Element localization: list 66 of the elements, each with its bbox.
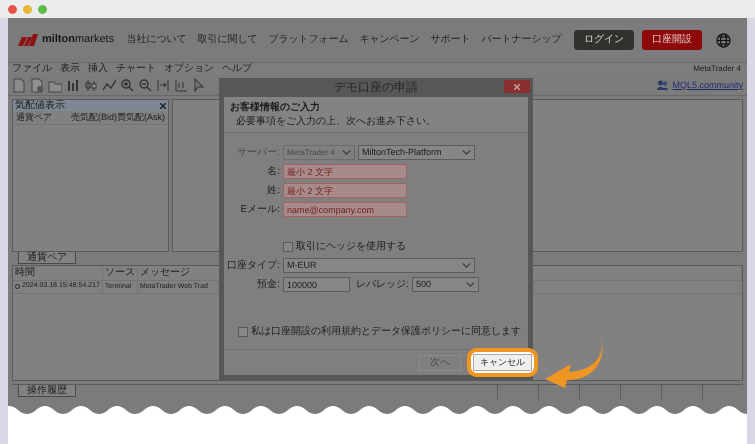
menu-item[interactable]: 挿入 — [88, 63, 108, 75]
server-select[interactable]: MiltonTech-Platform — [358, 145, 475, 160]
close-button[interactable] — [504, 80, 530, 93]
field-label: サーバー: — [236, 146, 280, 158]
bar-chart-icon[interactable] — [66, 78, 80, 92]
logo-icon — [18, 34, 38, 46]
people-icon — [657, 80, 668, 90]
name-field[interactable]: 最小 2 文字 — [283, 164, 407, 179]
field-label: 名: — [266, 166, 280, 178]
close-dot[interactable] — [8, 4, 17, 14]
field-label: 姓: — [266, 184, 280, 196]
nav-link[interactable]: サポート — [430, 34, 471, 46]
column-header: 時間 — [13, 266, 102, 280]
checkbox-label: 取引にヘッジを使用する — [296, 240, 406, 252]
panel-title: 気配値表示 — [15, 100, 65, 111]
nav-link[interactable]: パートナーシップ — [482, 34, 562, 46]
menu-item[interactable]: ヘルプ — [222, 63, 252, 75]
chart-shift-icon[interactable] — [156, 78, 170, 92]
menu-item[interactable]: オプション — [164, 63, 214, 75]
email-field[interactable]: name@company.com — [283, 202, 407, 217]
column-header: ソース — [102, 266, 138, 280]
circle-icon — [15, 284, 20, 289]
menu-item[interactable]: ファイル — [12, 63, 52, 75]
column-header: 売気配(Bid) — [70, 112, 117, 123]
zoom-in-icon[interactable] — [120, 78, 134, 92]
login-button[interactable]: ログイン — [574, 30, 634, 50]
deposit-field[interactable]: 100000 — [283, 277, 350, 292]
panel-tab[interactable]: 通貨ペア — [18, 252, 76, 264]
brand-name[interactable]: miltonmarkets — [42, 33, 114, 47]
candle-chart-icon[interactable] — [84, 78, 98, 92]
menu-item[interactable]: チャート — [116, 63, 156, 75]
platform-select: MetaTrader 4 — [283, 145, 355, 160]
community-link[interactable]: MQL5.community — [672, 80, 743, 90]
minimize-dot[interactable] — [23, 4, 32, 14]
column-header: 買気配(Ask) — [117, 112, 165, 123]
signup-button[interactable]: 口座開設 — [642, 30, 702, 50]
cancel-button[interactable]: キャンセル — [473, 354, 532, 371]
account-type-select[interactable]: M-EUR — [283, 258, 475, 273]
nav-link[interactable]: 当社について — [126, 34, 187, 46]
cursor-icon[interactable] — [192, 78, 206, 92]
checkbox-label: 私は口座開設の利用規約とデータ保護ポリシーに同意します — [251, 326, 521, 338]
column-header: 通貨ペア — [16, 112, 53, 123]
app-name: MetaTrader 4 — [693, 64, 741, 74]
close-icon[interactable] — [160, 102, 166, 108]
form-heading: お客様情報のご入力 — [230, 102, 321, 114]
menu-item[interactable]: 表示 — [60, 63, 80, 75]
field-label: レバレッジ: — [356, 278, 409, 290]
leverage-select[interactable]: 500 — [412, 277, 479, 292]
form-subheading: 必要事項をご入力の上、次へお進み下さい。 — [235, 116, 437, 128]
zoom-out-icon[interactable] — [138, 78, 152, 92]
chart-scroll-icon[interactable] — [174, 78, 188, 92]
line-chart-icon[interactable] — [102, 78, 116, 92]
field-label: 預金: — [256, 278, 280, 290]
new-document-icon[interactable] — [30, 78, 44, 92]
field-label: Eメール: — [240, 204, 280, 216]
zoom-dot[interactable] — [38, 4, 47, 14]
panel-tab[interactable]: 操作履歴 — [18, 385, 76, 397]
checkbox[interactable] — [283, 242, 293, 252]
document-icon[interactable] — [12, 78, 26, 92]
checkbox[interactable] — [238, 326, 248, 336]
globe-icon[interactable] — [716, 32, 731, 48]
nav-link[interactable]: 取引に関して — [198, 34, 258, 46]
nav-link[interactable]: プラットフォーム — [268, 34, 349, 46]
close-icon — [514, 84, 520, 90]
nav-link[interactable]: キャンペーン — [360, 34, 420, 46]
surname-field[interactable]: 最小 2 文字 — [283, 183, 407, 198]
